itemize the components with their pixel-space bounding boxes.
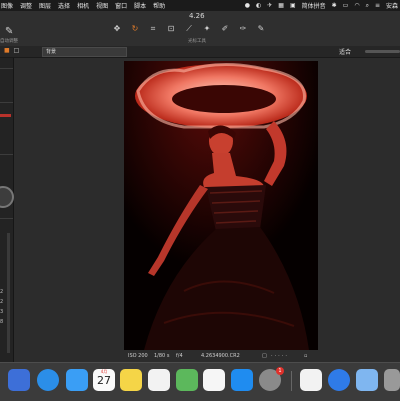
settings-badge: 1 — [276, 367, 284, 375]
rating-dots[interactable]: ····· — [271, 353, 289, 359]
tray-app-icon[interactable]: ● — [245, 2, 250, 9]
crop-tool-icon[interactable]: ⌗ — [148, 24, 158, 34]
menu-script[interactable]: 脚本 — [134, 1, 146, 10]
status-tray: ● ◐ ✈ ▦ ▣ 简体拼音 ✱ ▭ ◠ ⌕ ≡ 安森 — [245, 0, 398, 11]
tray-grid-icon[interactable]: ▦ — [278, 2, 284, 9]
tray-chat-icon[interactable]: ▣ — [290, 2, 296, 9]
menu-bar: 图像 调整 图层 选择 相机 视图 窗口 脚本 帮助 ● ◐ ✈ ▦ ▣ 简体拼… — [0, 0, 400, 11]
panel-scrollbar[interactable] — [7, 233, 10, 353]
dock: 4月 27 1 — [0, 362, 400, 401]
tray-sync-icon[interactable]: ◐ — [256, 2, 261, 9]
image-info-bar: ISO 200 1/80 s f/4 4.2634900.CR2 □ ·····… — [124, 351, 318, 361]
photo-preview[interactable] — [124, 61, 318, 350]
zoom-fit-label[interactable]: 适合 — [339, 47, 351, 56]
menu-help[interactable]: 帮助 — [153, 1, 165, 10]
zoom-slider[interactable] — [365, 50, 400, 53]
iso-value: ISO 200 — [128, 353, 148, 359]
menu-image[interactable]: 图像 — [1, 1, 13, 10]
annotation-tool-icon[interactable]: ✎ — [256, 24, 266, 34]
clipping-warning — [0, 114, 11, 117]
menu-view[interactable]: 视图 — [96, 1, 108, 10]
aperture-value: f/4 — [176, 353, 183, 359]
shutter-value: 1/80 s — [154, 353, 170, 359]
control-center-icon[interactable]: ≡ — [375, 2, 380, 9]
color-wheel-knob[interactable] — [0, 186, 14, 208]
flag-icon[interactable]: ▫ — [304, 353, 307, 359]
left-panel: 2 2 3 8 — [0, 58, 14, 362]
menu-window[interactable]: 窗口 — [115, 1, 127, 10]
battery-icon[interactable]: ▭ — [343, 2, 349, 9]
trash-icon[interactable] — [384, 369, 400, 391]
maps-icon[interactable] — [176, 369, 198, 391]
reminders-icon[interactable] — [148, 369, 170, 391]
notes-icon[interactable] — [120, 369, 142, 391]
menu-camera[interactable]: 相机 — [77, 1, 89, 10]
calendar-day: 27 — [97, 374, 111, 387]
dock-divider — [291, 371, 292, 391]
menu-items: 图像 调整 图层 选择 相机 视图 窗口 脚本 帮助 — [0, 1, 165, 10]
picker-tool-icon[interactable]: ✦ — [202, 24, 212, 34]
panel-divider — [0, 154, 13, 155]
safari-icon[interactable] — [37, 369, 59, 391]
window-title: 4.26 — [189, 12, 205, 20]
frame-icon[interactable]: □ — [262, 353, 267, 359]
menu-layers[interactable]: 图层 — [39, 1, 51, 10]
search-icon[interactable]: ⌕ — [366, 2, 369, 10]
grid-view-icon[interactable]: ■ — [4, 47, 10, 54]
eraser-tool-icon[interactable]: ✑ — [238, 24, 248, 34]
panel-divider — [0, 68, 13, 69]
pen-tool-icon[interactable]: ✎ — [5, 26, 13, 37]
menu-select[interactable]: 选择 — [58, 1, 70, 10]
app-store-icon[interactable] — [231, 369, 253, 391]
menu-adjust[interactable]: 调整 — [20, 1, 32, 10]
feishu-icon[interactable] — [356, 369, 378, 391]
view-icons: ■ □ — [4, 47, 19, 54]
pointer-tool-icon[interactable]: ✥ — [112, 24, 122, 34]
cursor-tools-label: 光标工具 — [188, 39, 206, 44]
pan-tool-icon[interactable]: ↻ — [130, 24, 140, 34]
input-method[interactable]: 简体拼音 — [302, 1, 326, 10]
panel-value: 8 — [0, 319, 4, 325]
baidu-netdisk-icon[interactable] — [300, 369, 322, 391]
calendar-icon[interactable]: 4月 27 — [93, 369, 115, 391]
tray-bird-icon[interactable]: ✈ — [267, 2, 272, 9]
photos-icon[interactable] — [203, 369, 225, 391]
panel-divider — [0, 218, 13, 219]
panel-value: 2 — [0, 299, 4, 305]
panel-value: 3 — [0, 309, 4, 315]
launchpad-icon[interactable] — [8, 369, 30, 391]
halo-inner — [172, 85, 276, 113]
view-bar: ■ □ 背景 适合 — [0, 46, 400, 58]
bluetooth-icon[interactable]: ✱ — [332, 2, 337, 9]
user-name[interactable]: 安森 — [386, 1, 398, 10]
mail-icon[interactable] — [66, 369, 88, 391]
brush-tool-icon[interactable]: ✐ — [220, 24, 230, 34]
straighten-tool-icon[interactable]: ⊡ — [166, 24, 176, 34]
capture-one-icon[interactable] — [328, 369, 350, 391]
panel-divider — [0, 102, 13, 103]
wifi-icon[interactable]: ◠ — [354, 2, 359, 9]
auto-adjust-label: 自动调整 — [0, 39, 18, 44]
panel-values: 2 2 3 8 — [0, 287, 3, 327]
filename: 4.2634900.CR2 — [201, 353, 240, 359]
panel-value: 2 — [0, 289, 4, 295]
toolbar: ✎ 4.26 ✥ ↻ ⌗ ⊡ ⟋ ✦ ✐ ✑ ✎ 自动调整 光标工具 — [0, 11, 400, 47]
keystone-tool-icon[interactable]: ⟋ — [184, 24, 194, 34]
layer-select[interactable]: 背景 — [42, 47, 127, 57]
single-view-icon[interactable]: □ — [14, 47, 20, 54]
cursor-tools: ✥ ↻ ⌗ ⊡ ⟋ ✦ ✐ ✑ ✎ — [112, 24, 266, 34]
